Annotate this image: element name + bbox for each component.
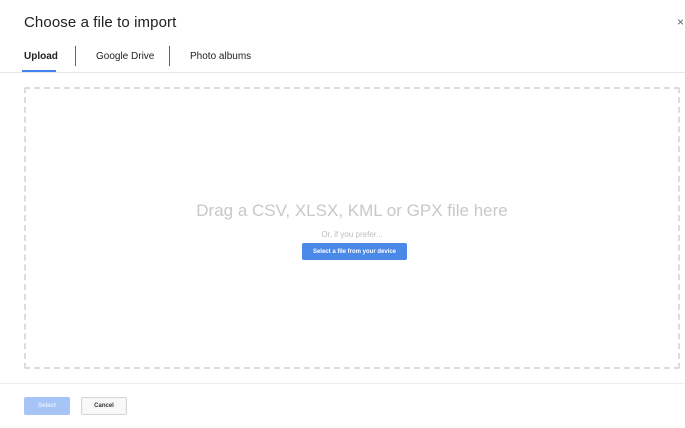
select-file-button[interactable]: Select a file from your device: [302, 243, 407, 260]
tab-upload[interactable]: Upload: [24, 51, 58, 62]
tab-bar: Upload Google Drive Photo albums: [0, 40, 685, 73]
tab-photo-albums[interactable]: Photo albums: [190, 51, 251, 62]
active-tab-indicator: [22, 70, 56, 72]
close-icon[interactable]: ×: [677, 15, 684, 29]
file-dropzone[interactable]: Drag a CSV, XLSX, KML or GPX file here O…: [24, 87, 680, 369]
tab-google-drive[interactable]: Google Drive: [96, 51, 154, 62]
select-button[interactable]: Select: [24, 397, 70, 415]
dialog-title: Choose a file to import: [24, 14, 177, 31]
cancel-button[interactable]: Cancel: [81, 397, 127, 415]
tab-divider: [75, 46, 76, 66]
tab-divider: [169, 46, 170, 66]
dropzone-title: Drag a CSV, XLSX, KML or GPX file here: [196, 201, 508, 220]
dialog-footer: Select Cancel: [0, 383, 685, 428]
import-dialog: Choose a file to import × Upload Google …: [0, 0, 685, 428]
dropzone-subtitle: Or, if you prefer...: [321, 230, 383, 239]
